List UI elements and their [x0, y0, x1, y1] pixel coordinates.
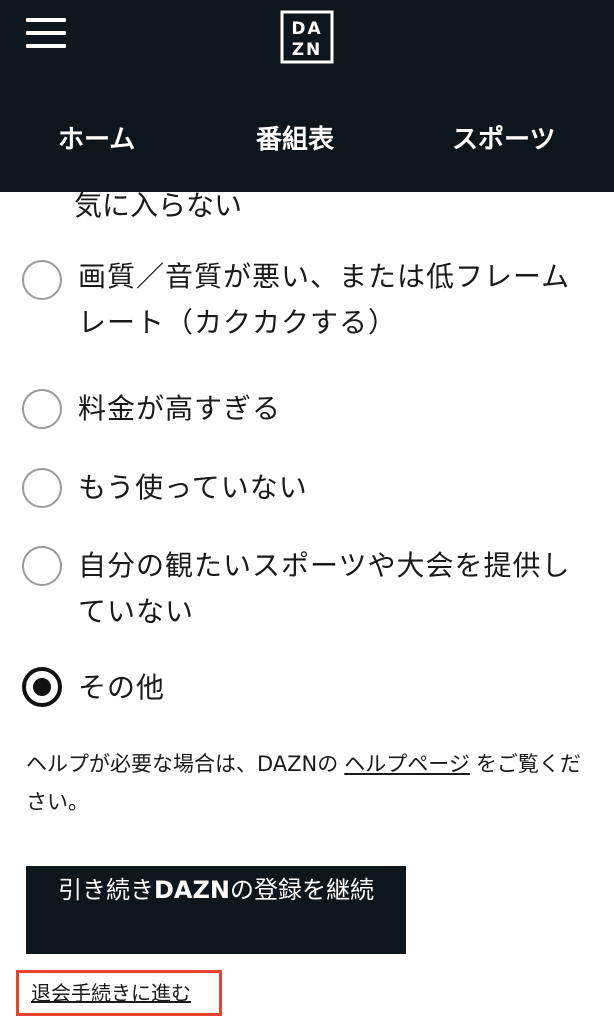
continue-prefix: 引き続き: [58, 876, 154, 904]
proceed-to-cancel-link[interactable]: 退会手続きに進む: [31, 977, 191, 1009]
option-label: その他: [78, 671, 166, 704]
continue-brand: DAZN: [154, 876, 230, 904]
nav-sports[interactable]: スポーツ: [452, 112, 555, 168]
dazn-logo[interactable]: DA ZN: [280, 10, 334, 64]
option-no-sports[interactable]: 自分の観たいスポーツや大会を提供していない: [0, 543, 614, 643]
logo-text-bottom: ZN: [292, 40, 323, 60]
cancel-survey: 気に入らない 画質／音質が悪い、または低フレームレート（カクカクする） 料金が高…: [0, 192, 614, 1024]
logo-text-top: DA: [291, 19, 322, 39]
partial-option-label: 気に入らない: [74, 192, 243, 222]
option-label: 画質／音質が悪い、または低フレームレート（カクカクする）: [78, 260, 571, 339]
option-label: 料金が高すぎる: [78, 392, 282, 425]
highlight-box: 退会手続きに進む: [16, 970, 222, 1016]
option-not-using[interactable]: もう使っていない: [0, 465, 614, 511]
option-label: 自分の観たいスポーツや大会を提供していない: [78, 549, 571, 628]
option-poor-quality[interactable]: 画質／音質が悪い、または低フレームレート（カクカクする）: [0, 254, 614, 354]
menu-icon[interactable]: [26, 18, 66, 48]
nav-schedule[interactable]: 番組表: [256, 112, 334, 168]
option-label: もう使っていない: [78, 471, 308, 504]
help-prefix: ヘルプが必要な場合は、DAZNの: [26, 752, 339, 776]
continue-suffix: の登録を継続: [229, 876, 374, 904]
radio-button[interactable]: [22, 260, 62, 300]
option-other[interactable]: その他: [0, 667, 614, 713]
help-text: ヘルプが必要な場合は、DAZNの ヘルプページ をご覧ください。: [26, 745, 596, 821]
main-nav: ホーム 番組表 スポーツ: [0, 112, 614, 168]
radio-button[interactable]: [22, 468, 62, 508]
radio-button[interactable]: [22, 389, 62, 429]
radio-button-selected[interactable]: [22, 667, 62, 707]
option-too-expensive[interactable]: 料金が高すぎる: [0, 386, 614, 432]
continue-subscription-button[interactable]: 引き続きDAZNの登録を継続: [26, 866, 406, 954]
top-header: DA ZN ホーム 番組表 スポーツ: [0, 0, 614, 192]
nav-home[interactable]: ホーム: [58, 112, 135, 168]
help-page-link[interactable]: ヘルプページ: [344, 752, 470, 776]
radio-button[interactable]: [22, 546, 62, 586]
